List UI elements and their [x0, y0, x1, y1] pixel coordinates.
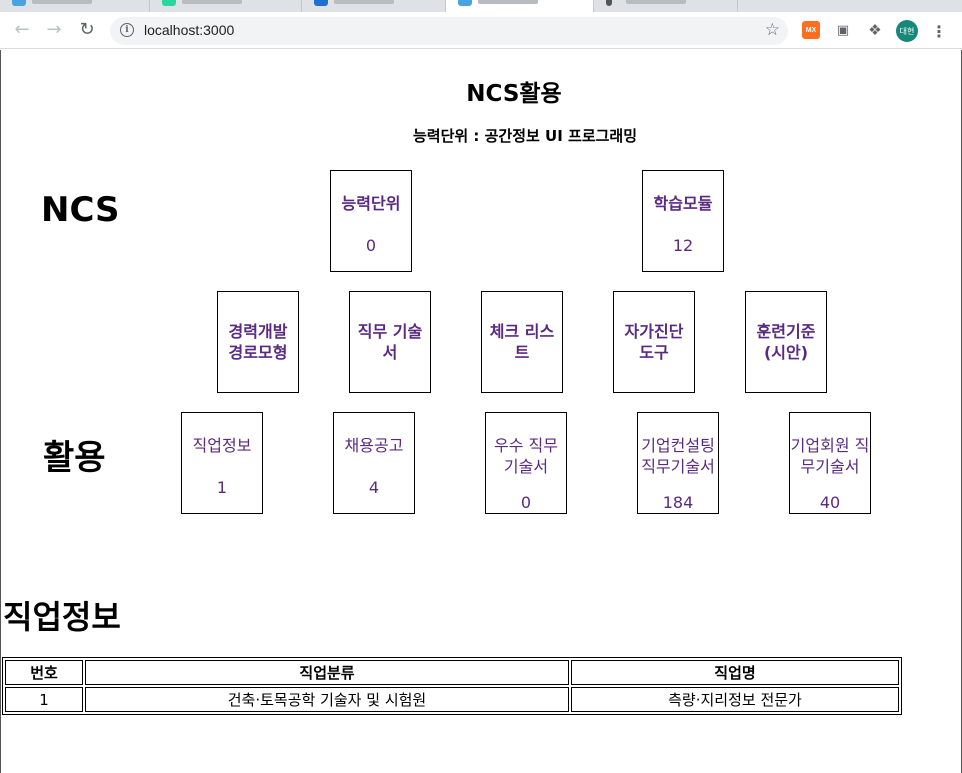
- card-value: 4: [368, 478, 380, 497]
- column-header-job-name: 직업명: [571, 660, 899, 685]
- card-label: 능력단위: [341, 194, 401, 213]
- screen-icon[interactable]: ▣: [834, 21, 852, 39]
- card-label: 경력개발 경로모형: [228, 322, 288, 362]
- card-value: 0: [520, 493, 532, 512]
- forward-arrow-icon[interactable]: →: [42, 18, 66, 42]
- card-value: 0: [365, 236, 377, 255]
- address-url[interactable]: localhost:3000: [144, 22, 234, 38]
- page-viewport: NCS활용 능력단위 : 공간정보 UI 프로그래밍 NCS 활용 능력단위 0…: [0, 50, 962, 773]
- tab-favicon-icon: [606, 0, 612, 6]
- tab-favicon-icon: [12, 0, 26, 6]
- usage-card-job-info[interactable]: 직업정보 1: [181, 412, 263, 514]
- ncs-link-checklist[interactable]: 체크 리스트: [481, 291, 563, 393]
- ncs-link-career-path-model[interactable]: 경력개발 경로모형: [217, 291, 299, 393]
- usage-card-consulting-job-description[interactable]: 기업컨설팅 직무기술서 184: [637, 412, 719, 514]
- mx-extension-icon[interactable]: MX: [802, 21, 820, 39]
- column-header-number: 번호: [5, 660, 83, 685]
- card-label: 훈련기준 (시안): [756, 322, 816, 362]
- cell-job-name: 측량·지리정보 전문가: [571, 687, 899, 712]
- back-arrow-icon[interactable]: ←: [10, 18, 34, 42]
- ncs-link-job-description[interactable]: 직무 기술서: [349, 291, 431, 393]
- card-label: 기업컨설팅 직무기술서: [641, 436, 715, 476]
- puzzle-icon[interactable]: ❖: [866, 21, 884, 39]
- tab-title: [32, 0, 92, 4]
- table-row: 1 건축·토목공학 기술자 및 시험원 측량·지리정보 전문가: [5, 687, 899, 712]
- ncs-link-training-standard[interactable]: 훈련기준 (시안): [745, 291, 827, 393]
- card-label: 체크 리스트: [489, 322, 555, 362]
- tab-title: [478, 0, 538, 4]
- card-value: 184: [662, 493, 694, 512]
- browser-tab[interactable]: [594, 0, 738, 12]
- ncs-label: NCS: [41, 190, 120, 230]
- usage-card-member-job-description[interactable]: 기업회원 직무기술서 40: [789, 412, 871, 514]
- tab-title: [182, 0, 242, 4]
- ncs-link-self-diagnosis-tool[interactable]: 자가진단 도구: [613, 291, 695, 393]
- card-value: 12: [672, 236, 694, 255]
- card-value: 1: [216, 478, 228, 497]
- usage-card-excellent-job-description[interactable]: 우수 직무 기술서 0: [485, 412, 567, 514]
- site-info-icon[interactable]: i: [120, 23, 134, 37]
- table-header-row: 번호 직업분류 직업명: [5, 660, 899, 685]
- section-heading-job-info: 직업정보: [3, 598, 121, 636]
- browser-tab-strip: [0, 0, 962, 12]
- tab-favicon-icon: [314, 0, 328, 6]
- tab-favicon-icon: [162, 0, 176, 6]
- tab-favicon-icon: [458, 0, 472, 6]
- browser-tab[interactable]: [150, 0, 302, 12]
- cell-job-category: 건축·토목공학 기술자 및 시험원: [85, 687, 569, 712]
- card-label: 우수 직무 기술서: [494, 436, 558, 476]
- page-title: NCS활용: [466, 81, 562, 107]
- job-info-table: 번호 직업분류 직업명 1 건축·토목공학 기술자 및 시험원 측량·지리정보 …: [2, 657, 902, 715]
- address-bar[interactable]: i localhost:3000 ☆: [110, 17, 788, 45]
- more-menu-icon[interactable]: ⋮: [930, 20, 948, 42]
- card-label: 직업정보: [192, 436, 252, 455]
- card-value: 40: [819, 493, 841, 512]
- card-label: 채용공고: [344, 436, 404, 455]
- usage-label: 활용: [43, 438, 106, 478]
- ncs-card-competency-unit[interactable]: 능력단위 0: [330, 170, 412, 272]
- browser-tab[interactable]: [302, 0, 446, 12]
- bookmark-star-icon[interactable]: ☆: [765, 20, 780, 40]
- tab-title: [334, 0, 394, 4]
- card-label: 자가진단 도구: [624, 322, 684, 362]
- cell-number: 1: [5, 687, 83, 712]
- browser-tab[interactable]: [0, 0, 150, 12]
- reload-icon[interactable]: ↻: [75, 18, 99, 42]
- browser-tab-active[interactable]: [446, 0, 594, 12]
- column-header-job-category: 직업분류: [85, 660, 569, 685]
- ncs-card-learning-module[interactable]: 학습모듈 12: [642, 170, 724, 272]
- card-label: 직무 기술서: [357, 322, 423, 362]
- profile-avatar[interactable]: 대현: [896, 20, 918, 42]
- usage-card-job-postings[interactable]: 채용공고 4: [333, 412, 415, 514]
- page-subtitle: 능력단위 : 공간정보 UI 프로그래밍: [412, 127, 638, 145]
- card-label: 기업회원 직무기술서: [790, 436, 870, 476]
- card-label: 학습모듈: [653, 194, 713, 213]
- browser-toolbar: ← → ↻ i localhost:3000 ☆ MX ▣ ❖ 대현 ⋮: [0, 12, 962, 49]
- tab-title: [626, 0, 686, 4]
